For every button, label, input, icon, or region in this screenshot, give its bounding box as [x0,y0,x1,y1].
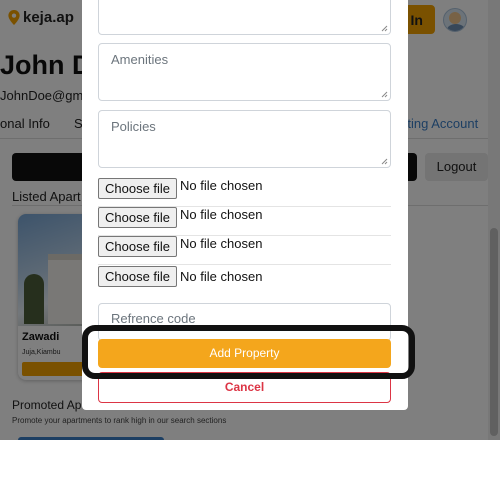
resize-grip-icon[interactable] [381,25,388,32]
description-textarea[interactable] [98,0,391,35]
file-input-row: Choose file No file chosen [98,236,391,265]
policies-placeholder: Policies [111,119,156,134]
resize-grip-icon[interactable] [381,158,388,165]
file-input-row: Choose file No file chosen [98,207,391,236]
file-status: No file chosen [180,178,263,193]
file-status: No file chosen [180,268,263,284]
choose-file-button[interactable]: Choose file [98,178,178,199]
file-input-row: Choose file No file chosen [98,265,391,287]
choose-file-button[interactable]: Choose file [98,236,178,257]
amenities-textarea[interactable]: Amenities [98,43,391,101]
amenities-placeholder: Amenities [111,52,169,67]
resize-grip-icon[interactable] [381,91,388,98]
screen: keja.ap In John D JohnDoe@gm onal Info S… [0,0,500,500]
policies-textarea[interactable]: Policies [98,110,391,168]
choose-file-button[interactable]: Choose file [98,207,178,228]
file-status: No file chosen [180,207,263,222]
file-input-row: Choose file No file chosen [98,178,391,207]
file-status: No file chosen [180,236,263,251]
highlight-frame [82,325,415,379]
choose-file-button[interactable]: Choose file [98,265,178,287]
